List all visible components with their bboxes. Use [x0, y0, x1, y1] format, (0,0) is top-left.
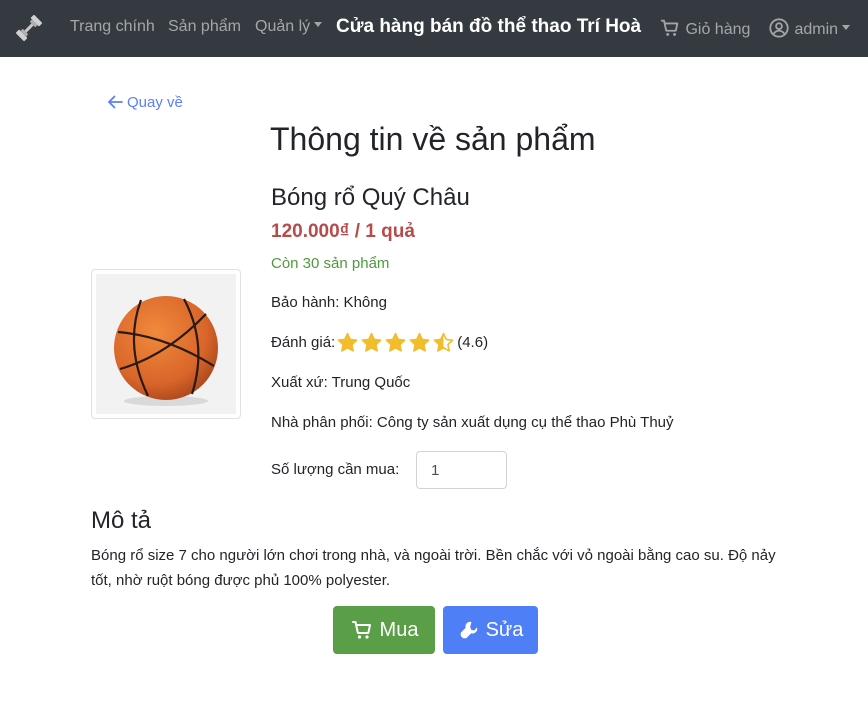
cart-label: Giỏ hàng [685, 21, 751, 38]
user-label: admin [794, 21, 839, 38]
chevron-down-icon [314, 22, 323, 28]
description-text: Bóng rổ size 7 cho người lớn chơi trong … [91, 547, 776, 589]
nav-manage-label: Quản lý [255, 18, 311, 35]
rating-row: Đánh giá: (4.6) [271, 332, 488, 353]
chevron-down-icon [842, 25, 851, 31]
page-title: Thông tin về sản phẩm [270, 121, 596, 157]
edit-button[interactable]: Sửa [443, 606, 538, 654]
nav-user-dropdown[interactable]: admin [768, 17, 851, 39]
stock-status: Còn 30 sản phẩm [271, 255, 390, 272]
star-icon [361, 332, 382, 352]
star-icon [385, 332, 406, 352]
store-title[interactable]: Cửa hàng bán đồ thể thao Trí Hoà [336, 16, 641, 38]
star-icon [433, 332, 454, 352]
product-image [91, 269, 241, 419]
description-heading: Mô tả [91, 507, 152, 534]
navbar: Trang chính Sản phẩm Quản lý Cửa hàng bá… [0, 0, 868, 57]
wrench-icon [460, 621, 477, 639]
star-icon [337, 332, 358, 352]
dumbbell-icon[interactable] [14, 13, 44, 43]
product-name: Bóng rổ Quý Châu [271, 184, 470, 211]
buy-label: Mua [379, 618, 419, 641]
warranty-info: Bảo hành: Không [271, 294, 387, 311]
rating-value: (4.6) [457, 334, 489, 351]
quantity-label: Số lượng cần mua: [271, 461, 400, 478]
user-circle-icon [769, 18, 789, 38]
rating-label: Đánh giá: [271, 334, 336, 351]
distributor-info: Nhà phân phối: Công ty sản xuất dụng cụ … [271, 414, 674, 431]
cart-icon [351, 621, 371, 639]
nav-products-link[interactable]: Sản phẩm [168, 18, 241, 36]
back-link[interactable]: Quay về [106, 91, 183, 113]
product-price: 120.000₫ / 1 quả [271, 221, 415, 242]
edit-label: Sửa [485, 618, 524, 641]
nav-home-link[interactable]: Trang chính [70, 18, 155, 36]
nav-manage-dropdown[interactable]: Quản lý [255, 18, 323, 36]
origin-info: Xuất xứ: Trung Quốc [271, 374, 411, 391]
basketball-image [114, 296, 218, 406]
arrow-left-icon [108, 95, 123, 109]
nav-cart-link[interactable]: Giỏ hàng [659, 17, 750, 39]
rating-stars [337, 332, 457, 353]
buy-button[interactable]: Mua [333, 606, 435, 654]
cart-icon [660, 19, 679, 36]
quantity-input[interactable] [416, 451, 507, 489]
star-icon [409, 332, 430, 352]
back-label: Quay về [127, 93, 183, 111]
